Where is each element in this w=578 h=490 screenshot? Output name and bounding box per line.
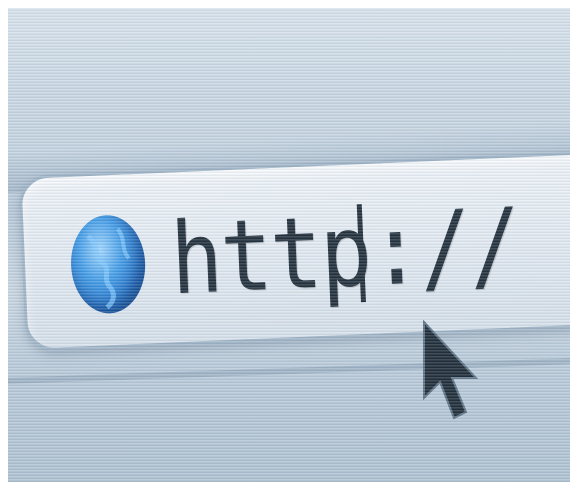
globe-icon [68, 213, 148, 315]
address-bar[interactable]: http:// [18, 147, 570, 352]
url-input-text[interactable]: http:// [168, 187, 521, 317]
screen-photo: http:// [8, 8, 570, 482]
arrow-pointer-icon [423, 320, 479, 420]
